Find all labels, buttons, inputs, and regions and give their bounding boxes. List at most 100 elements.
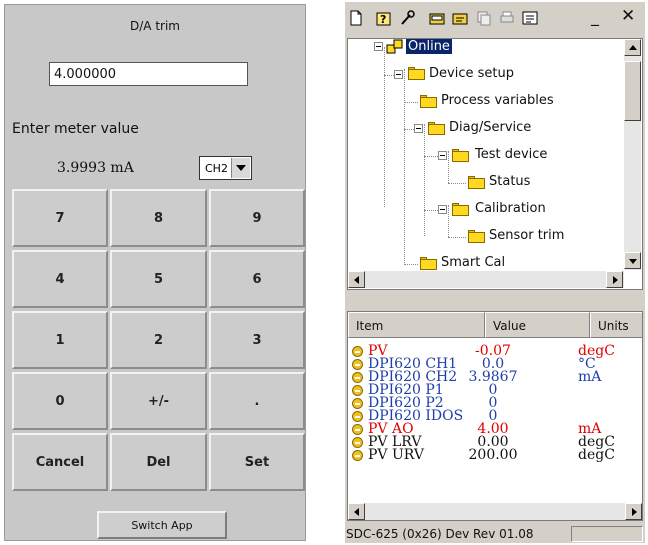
tree-connector [404, 69, 405, 265]
key-1[interactable]: 1 [12, 311, 108, 369]
variables-table: Item Value Units PV -0.07 degC DPI620 CH1 0… [347, 311, 643, 521]
tree-vertical-scrollbar[interactable] [624, 39, 641, 270]
help-icon[interactable]: ? [376, 10, 392, 26]
variable-icon [352, 437, 363, 448]
menu-tree: Online Device setup Process variables Di… [347, 38, 643, 290]
scroll-up-button[interactable] [624, 39, 641, 56]
arrow-down-icon [629, 259, 637, 264]
tree-node-calibration[interactable]: Calibration [475, 201, 546, 216]
channel-select-value: CH2 [205, 162, 228, 175]
tree-connector [448, 151, 449, 183]
status-text: SDC-625 (0x26) Dev Rev 01.08 [346, 527, 534, 541]
print-icon[interactable] [499, 10, 515, 26]
new-doc-icon[interactable] [348, 10, 364, 26]
tree-node-status[interactable]: Status [489, 174, 530, 189]
table-horizontal-scrollbar[interactable] [348, 503, 642, 520]
key-6[interactable]: 6 [209, 250, 305, 308]
variable-icon [352, 346, 363, 357]
device-settings-icon[interactable] [452, 10, 468, 26]
key-4[interactable]: 4 [12, 250, 108, 308]
tree-connector [404, 264, 418, 265]
variable-icon [352, 450, 363, 461]
key-8[interactable]: 8 [110, 189, 207, 247]
da-trim-panel: D/A trim 4.000000 Enter meter value 3.99… [4, 4, 306, 541]
key-decimal[interactable]: . [209, 372, 305, 430]
key-0[interactable]: 0 [12, 372, 108, 430]
scroll-down-button[interactable] [624, 252, 641, 269]
variable-icon [352, 372, 363, 383]
folder-icon [452, 149, 469, 162]
variable-icon [352, 359, 363, 370]
online-device-icon [386, 39, 403, 54]
tree-horizontal-scrollbar[interactable] [348, 271, 624, 288]
key-plus-minus[interactable]: +/- [110, 372, 207, 430]
scroll-right-button[interactable] [606, 271, 623, 288]
key-9[interactable]: 9 [209, 189, 305, 247]
settings-icon[interactable] [522, 10, 538, 26]
collapse-icon[interactable] [438, 205, 447, 214]
collapse-icon[interactable] [394, 70, 403, 79]
status-bar: SDC-625 (0x26) Dev Rev 01.08 [345, 525, 645, 543]
row-units: degC [578, 447, 615, 463]
scroll-left-button[interactable] [348, 271, 365, 288]
cancel-button[interactable]: Cancel [12, 433, 108, 491]
folder-icon [420, 257, 437, 270]
table-row[interactable]: PV URV 200.00 degC [348, 447, 642, 463]
trim-value-input[interactable]: 4.000000 [49, 62, 248, 86]
key-5[interactable]: 5 [110, 250, 207, 308]
tree-connector [404, 102, 418, 103]
status-pane [571, 526, 643, 542]
variable-icon [352, 385, 363, 396]
channel-dropdown-button[interactable] [231, 158, 250, 178]
arrow-left-icon [354, 508, 359, 516]
close-button[interactable]: ✕ [621, 6, 635, 26]
set-button[interactable]: Set [209, 433, 305, 491]
delete-button[interactable]: Del [110, 433, 207, 491]
arrow-right-icon [613, 276, 618, 284]
channel-select[interactable]: CH2 [199, 156, 252, 180]
panel-title: D/A trim [130, 19, 180, 33]
tree-connector [448, 183, 466, 184]
collapse-icon[interactable] [414, 124, 423, 133]
tree-node-device-setup[interactable]: Device setup [429, 66, 514, 81]
variable-icon [352, 411, 363, 422]
keypad: 7 8 9 4 5 6 1 2 3 0 +/- . Cancel Del Set [12, 189, 305, 498]
device-explorer-window: ? _ ✕ Online Device setup Process variab… [345, 2, 645, 543]
tree-node-online[interactable]: Online [406, 39, 452, 54]
column-header-item[interactable]: Item [348, 312, 485, 338]
table-header: Item Value Units [348, 312, 642, 338]
scroll-thumb[interactable] [624, 61, 641, 121]
row-units: mA [578, 369, 602, 385]
column-header-value[interactable]: Value [485, 312, 590, 338]
tree-node-sensor-trim[interactable]: Sensor trim [489, 228, 564, 243]
tree-node-test-device[interactable]: Test device [475, 147, 547, 162]
key-7[interactable]: 7 [12, 189, 108, 247]
folder-icon [420, 95, 437, 108]
variable-icon [352, 424, 363, 435]
arrow-up-icon [629, 45, 637, 50]
key-2[interactable]: 2 [110, 311, 207, 369]
collapse-icon[interactable] [374, 42, 383, 51]
chevron-down-icon [236, 165, 246, 171]
tools-icon[interactable] [399, 10, 415, 26]
tree-node-smart-cal[interactable]: Smart Cal [441, 255, 505, 270]
scroll-left-button[interactable] [348, 503, 365, 520]
key-3[interactable]: 3 [209, 311, 305, 369]
variable-icon [352, 398, 363, 409]
switch-app-button[interactable]: Switch App [97, 511, 227, 539]
copy-icon[interactable] [476, 10, 492, 26]
folder-icon [452, 203, 469, 216]
row-item: PV URV [368, 447, 424, 463]
scroll-right-button[interactable] [625, 503, 642, 520]
tree-node-process-variables[interactable]: Process variables [441, 93, 554, 108]
meter-value-prompt: Enter meter value [12, 121, 139, 137]
column-header-units[interactable]: Units [590, 312, 642, 338]
measured-reading: 3.9993 mA [57, 160, 134, 176]
folder-icon [408, 67, 425, 80]
minimize-button[interactable]: _ [591, 7, 599, 26]
tree-node-diag-service[interactable]: Diag/Service [449, 120, 531, 135]
svg-text:?: ? [380, 13, 386, 26]
folder-icon [468, 176, 485, 189]
device-icon[interactable] [429, 10, 445, 26]
collapse-icon[interactable] [438, 151, 447, 160]
